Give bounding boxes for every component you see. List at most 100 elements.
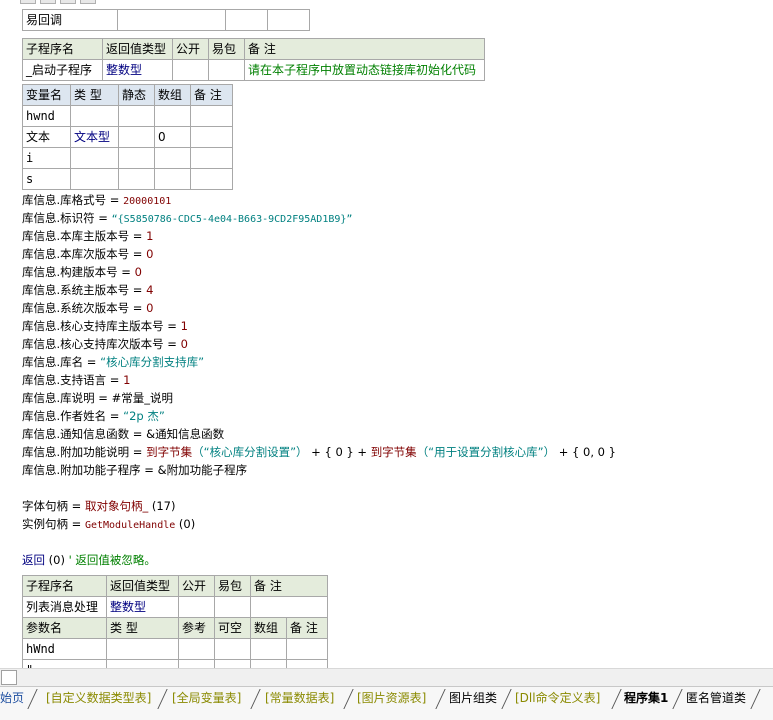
variable-type-cell[interactable]: 文本型 (70, 126, 119, 148)
tab-global-variables[interactable]: [全局变量表] (172, 690, 241, 707)
remark-cell[interactable] (190, 105, 233, 127)
return-type-cell[interactable]: 整数型 (102, 59, 173, 81)
public-cell[interactable] (172, 59, 209, 81)
code-line[interactable]: 库信息.标识符 = “{S5850786-CDC5-4e04-B663-9CD2… (22, 209, 352, 227)
variable-name-cell[interactable]: hwnd (22, 105, 71, 127)
subroutine-name-cell[interactable]: 列表消息处理 (22, 596, 107, 618)
param-ref-cell[interactable] (178, 659, 215, 668)
code-line[interactable]: 库信息.库名 = “核心库分割支持库” (22, 353, 204, 371)
table-cell[interactable]: 易回调 (22, 9, 118, 31)
array-cell[interactable] (154, 147, 191, 169)
code-line[interactable]: 库信息.库说明 = #常量_说明 (22, 389, 173, 407)
remark-cell[interactable] (250, 596, 328, 618)
code-line[interactable]: 库信息.本库次版本号 = 0 (22, 245, 153, 263)
remark-cell[interactable]: 请在本子程序中放置动态链接库初始化代码 (244, 59, 485, 81)
column-header: 可空 (214, 617, 251, 639)
code-line[interactable]: 库信息.作者姓名 = “2p 杰” (22, 407, 165, 425)
param-remark-cell[interactable] (286, 659, 328, 668)
code-line[interactable]: 库信息.附加功能子程序 = &附加功能子程序 (22, 461, 247, 479)
variable-name-cell[interactable]: 文本 (22, 126, 71, 148)
array-cell[interactable] (154, 105, 191, 127)
code-target: 库信息.本库次版本号 (22, 247, 130, 261)
code-value: 4 (146, 283, 154, 297)
code-target: 库信息.附加功能说明 (22, 445, 130, 459)
code-operator: = (129, 229, 147, 243)
param-array-cell[interactable] (250, 638, 287, 660)
code-operator: + { 0 } + (307, 445, 371, 459)
param-ref-cell[interactable] (178, 638, 215, 660)
table-cell[interactable] (225, 9, 268, 31)
column-header: 参考 (178, 617, 215, 639)
static-cell[interactable] (118, 105, 155, 127)
variable-name-cell[interactable]: i (22, 147, 71, 169)
code-line[interactable]: 库信息.构建版本号 = 0 (22, 263, 142, 281)
public-cell[interactable] (178, 596, 215, 618)
code-function: 取对象句柄_ (84, 499, 149, 513)
toolbar-button-icon[interactable] (40, 0, 56, 4)
code-line[interactable]: 库信息.系统次版本号 = 0 (22, 299, 153, 317)
code-operator: = (129, 301, 147, 315)
tab-constants[interactable]: [常量数据表] (265, 690, 334, 707)
static-cell[interactable] (118, 168, 155, 190)
scroll-corner-box[interactable] (1, 670, 17, 685)
horizontal-scrollbar[interactable] (0, 668, 773, 686)
return-type-cell[interactable]: 整数型 (106, 596, 179, 618)
static-cell[interactable] (118, 147, 155, 169)
param-array-cell[interactable] (250, 659, 287, 668)
code-line[interactable]: 库信息.库格式号 = 20000101 (22, 191, 171, 209)
tab-custom-data-types[interactable]: [自定义数据类型表] (46, 690, 151, 707)
code-target: 库信息.核心支持库次版本号 (22, 337, 164, 351)
tab-image-resources[interactable]: [图片资源表] (357, 690, 426, 707)
param-type-cell[interactable] (106, 659, 179, 668)
tab-start-page[interactable]: 始页 (0, 690, 24, 707)
code-keyword: 返回 (22, 553, 45, 567)
toolbar-button-icon[interactable] (60, 0, 76, 4)
array-cell[interactable]: 0 (154, 126, 191, 148)
code-line[interactable]: 库信息.附加功能说明 = 到字节集（“核心库分割设置”） + { 0 } + 到… (22, 443, 616, 461)
toolbar-remnant (0, 0, 100, 5)
variable-type-cell[interactable] (70, 105, 119, 127)
code-line[interactable]: 库信息.本库主版本号 = 1 (22, 227, 153, 245)
code-editor[interactable]: 易回调 子程序名 返回值类型 公开 易包 备 注 _启动子程序 整数型 请在本子… (0, 0, 773, 668)
code-target: 库信息.系统主版本号 (22, 283, 130, 297)
code-value: 1 (146, 229, 154, 243)
code-value: #常量_说明 (111, 391, 173, 405)
tab-anonymous-pipe-class[interactable]: 匿名管道类 (686, 690, 746, 707)
param-name-cell[interactable]: " (22, 659, 107, 668)
table-cell[interactable] (267, 9, 310, 31)
param-name-cell[interactable]: hWnd (22, 638, 107, 660)
code-operator: = (94, 211, 112, 225)
toolbar-button-icon[interactable] (80, 0, 96, 4)
subroutine-name-cell[interactable]: _启动子程序 (22, 59, 103, 81)
subroutine-table: 子程序名 返回值类型 公开 易包 备 注 _启动子程序 整数型 请在本子程序中放… (22, 38, 485, 81)
code-line[interactable]: 库信息.通知信息函数 = &通知信息函数 (22, 425, 224, 443)
code-line[interactable]: 库信息.系统主版本号 = 4 (22, 281, 153, 299)
remark-cell[interactable] (190, 147, 233, 169)
param-nullable-cell[interactable] (214, 638, 251, 660)
code-line[interactable]: 库信息.核心支持库次版本号 = 0 (22, 335, 188, 353)
variable-type-cell[interactable] (70, 147, 119, 169)
code-line[interactable]: 返回 (0) ' 返回值被忽略。 (22, 551, 156, 569)
code-line[interactable]: 字体句柄 = 取对象句柄_ (17) (22, 497, 175, 515)
param-type-cell[interactable] (106, 638, 179, 660)
code-line[interactable]: 库信息.核心支持库主版本号 = 1 (22, 317, 188, 335)
easy-package-cell[interactable] (208, 59, 245, 81)
tab-dll-commands[interactable]: [Dll命令定义表] (515, 690, 600, 707)
param-nullable-cell[interactable] (214, 659, 251, 668)
toolbar-button-icon[interactable] (20, 0, 36, 4)
param-remark-cell[interactable] (286, 638, 328, 660)
array-cell[interactable] (154, 168, 191, 190)
remark-cell[interactable] (190, 168, 233, 190)
code-line[interactable]: 库信息.支持语言 = 1 (22, 371, 130, 389)
code-line[interactable]: 实例句柄 = GetModuleHandle (0) (22, 515, 195, 533)
table-row: _启动子程序 整数型 请在本子程序中放置动态链接库初始化代码 (22, 59, 485, 81)
variable-name-cell[interactable]: s (22, 168, 71, 190)
table-cell[interactable] (117, 9, 226, 31)
tab-image-group-class[interactable]: 图片组类 (449, 690, 497, 707)
tab-program-set-1[interactable]: 程序集1 (624, 690, 668, 707)
column-header: 类 型 (106, 617, 179, 639)
easy-package-cell[interactable] (214, 596, 251, 618)
static-cell[interactable] (118, 126, 155, 148)
variable-type-cell[interactable] (70, 168, 119, 190)
remark-cell[interactable] (190, 126, 233, 148)
